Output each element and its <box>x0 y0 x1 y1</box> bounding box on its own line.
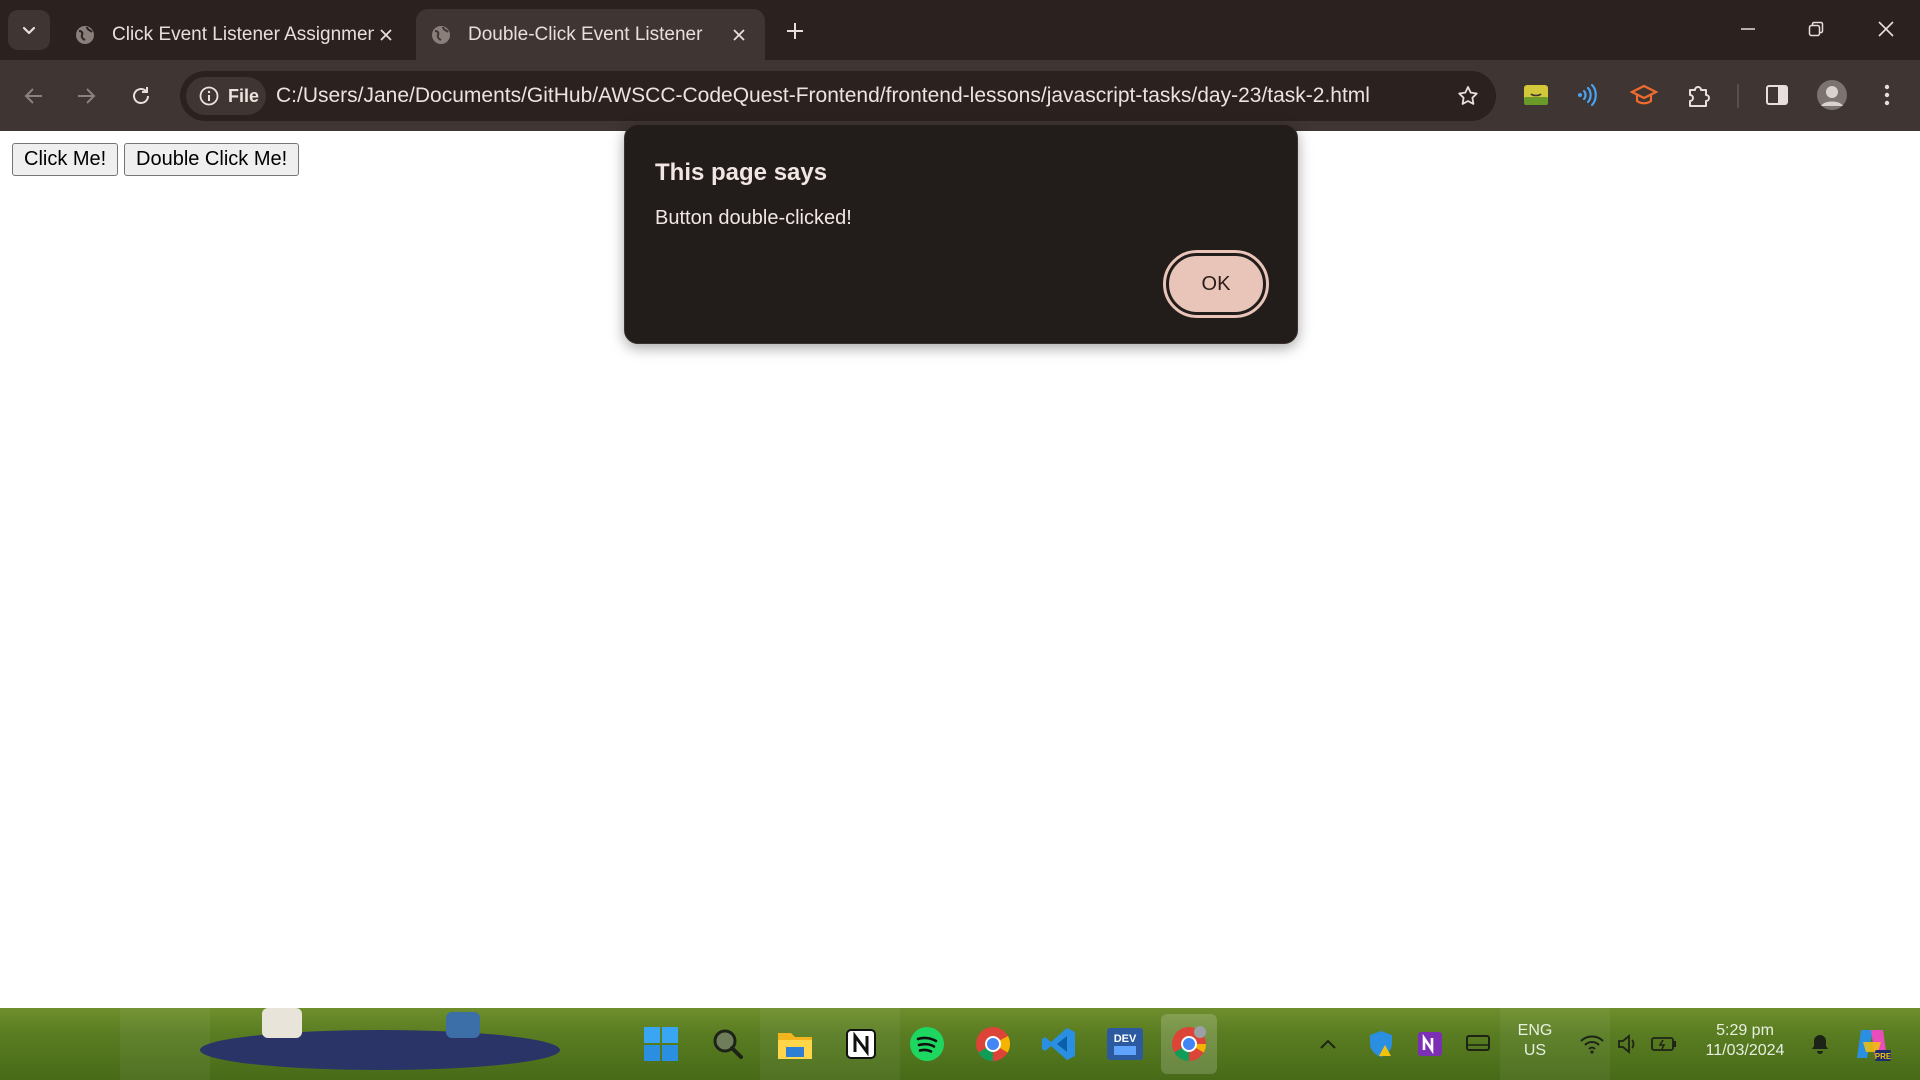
profile-avatar[interactable] <box>1815 78 1849 112</box>
restore-icon <box>1808 21 1824 37</box>
dialog-message: Button double-clicked! <box>655 207 852 229</box>
file-explorer-icon[interactable] <box>773 1022 817 1066</box>
side-panel-icon[interactable] <box>1760 78 1794 112</box>
svg-text:PRE: PRE <box>1875 1052 1891 1061</box>
star-icon <box>1458 86 1478 105</box>
close-icon[interactable] <box>727 23 751 47</box>
battery-icon[interactable] <box>1647 1022 1681 1066</box>
language-indicator[interactable]: ENG US <box>1512 1021 1558 1061</box>
notification-bell-icon[interactable] <box>1803 1022 1837 1066</box>
devhome-icon[interactable]: DEV <box>1103 1022 1147 1066</box>
search-icon[interactable] <box>706 1022 750 1066</box>
globe-icon <box>74 24 96 46</box>
windows-start-icon[interactable] <box>639 1022 683 1066</box>
close-icon[interactable] <box>374 23 398 47</box>
svg-text:DEV: DEV <box>1114 1033 1137 1045</box>
new-tab-button[interactable] <box>778 14 812 48</box>
minimize-icon <box>1741 28 1755 30</box>
clock[interactable]: 5:29 pm 11/03/2024 <box>1694 1021 1796 1061</box>
tab-title: Click Event Listener Assignment <box>112 23 374 45</box>
reload-button[interactable] <box>121 76 161 116</box>
display-icon[interactable] <box>1461 1022 1495 1066</box>
toolbar-divider <box>1737 84 1739 108</box>
tab-search-button[interactable] <box>8 10 50 50</box>
site-info-chip[interactable]: File <box>186 77 266 115</box>
clock-time: 5:29 pm <box>1716 1022 1774 1039</box>
plus-icon <box>787 23 803 39</box>
minimize-button[interactable] <box>1714 0 1782 58</box>
wallpaper-person <box>262 1008 302 1038</box>
close-window-button[interactable] <box>1852 0 1920 58</box>
click-me-button[interactable]: Click Me! <box>12 143 119 176</box>
address-bar[interactable]: File C:/Users/Jane/Documents/GitHub/AWSC… <box>180 71 1496 121</box>
vscode-icon[interactable] <box>1037 1022 1081 1066</box>
site-chip-label: File <box>228 85 260 106</box>
wallpaper-picnic-blanket <box>200 1030 560 1070</box>
tab-double-click-event-listener[interactable]: Double-Click Event Listener <box>416 9 765 60</box>
spotify-icon[interactable] <box>905 1022 949 1066</box>
reload-icon <box>133 87 149 104</box>
taskbar: DEV ENG US 5:29 pm 11/03/2024 PRE <box>0 1008 1920 1080</box>
arrow-right-icon <box>78 88 96 104</box>
chevron-up-icon[interactable] <box>1313 1022 1343 1066</box>
more-menu-icon[interactable] <box>1870 78 1904 112</box>
onenote-icon[interactable] <box>1413 1022 1447 1066</box>
tab-strip: Click Event Listener Assignment Double-C… <box>0 0 1920 60</box>
tab-title: Double-Click Event Listener <box>468 23 703 45</box>
language-top: ENG <box>1517 1022 1553 1039</box>
wallpaper-detail <box>120 1008 210 1080</box>
notion-icon[interactable] <box>839 1022 883 1066</box>
globe-icon <box>430 24 452 46</box>
dialog-title: This page says <box>655 159 828 186</box>
close-icon <box>1878 21 1894 37</box>
wallpaper-person <box>446 1012 480 1038</box>
info-icon <box>198 85 220 107</box>
alert-dialog: This page says Button double-clicked! OK <box>624 124 1298 344</box>
restore-button[interactable] <box>1782 0 1850 58</box>
tab-click-event-listener[interactable]: Click Event Listener Assignment <box>60 9 412 60</box>
double-click-me-button[interactable]: Double Click Me! <box>124 143 300 176</box>
bookmark-button[interactable] <box>1452 80 1484 112</box>
extension-read-aloud-icon[interactable] <box>1572 78 1606 112</box>
wifi-icon[interactable] <box>1575 1022 1609 1066</box>
extension-graduation-cap-icon[interactable] <box>1627 78 1661 112</box>
chrome-canary-icon[interactable] <box>1161 1014 1217 1074</box>
back-button[interactable] <box>14 76 54 116</box>
forward-button[interactable] <box>66 76 106 116</box>
ok-button[interactable]: OK <box>1163 250 1269 318</box>
copilot-icon[interactable]: PRE <box>1849 1022 1895 1066</box>
volume-icon[interactable] <box>1611 1022 1645 1066</box>
arrow-left-icon <box>24 88 42 104</box>
chrome-icon[interactable] <box>971 1022 1015 1066</box>
url-text[interactable]: C:/Users/Jane/Documents/GitHub/AWSCC-Cod… <box>276 71 1370 121</box>
language-bottom: US <box>1523 1042 1547 1059</box>
defender-shield-icon[interactable] <box>1364 1022 1398 1066</box>
extensions-puzzle-icon[interactable] <box>1682 78 1716 112</box>
chevron-down-icon <box>22 26 36 35</box>
browser-chrome: Click Event Listener Assignment Double-C… <box>0 0 1920 131</box>
browser-toolbar: File C:/Users/Jane/Documents/GitHub/AWSC… <box>0 60 1920 131</box>
clock-date: 11/03/2024 <box>1705 1042 1785 1059</box>
extension-grass-icon[interactable] <box>1519 78 1553 112</box>
